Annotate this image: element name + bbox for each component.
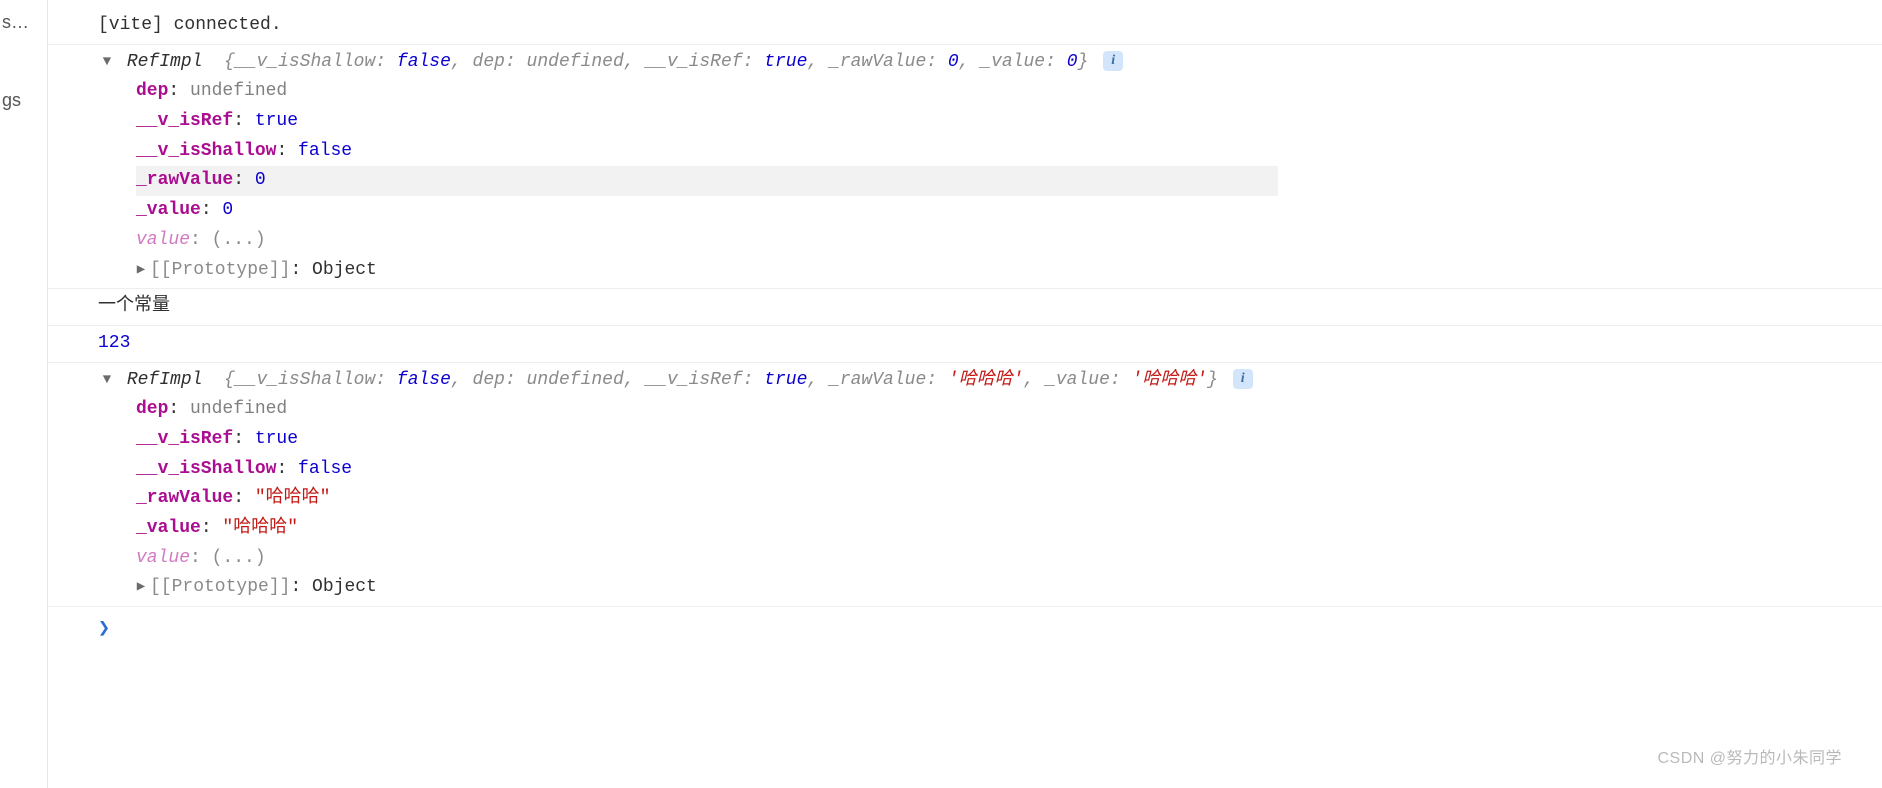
log-line-number: 123 [48,326,1882,363]
prop-key[interactable]: _rawValue [136,170,233,190]
prop-value: undefined [190,81,287,101]
prop-value: "哈哈哈" [255,488,331,508]
info-icon[interactable]: i [1103,51,1123,71]
log-line-text: 一个常量 [48,289,1882,326]
info-icon[interactable]: i [1233,369,1253,389]
console-prompt[interactable]: ❯ [48,607,1882,646]
prop-key-getter[interactable]: value [136,548,190,568]
prop-value: Object [312,577,377,597]
object-log-2: ▼ RefImpl {__v_isShallow: false, dep: un… [48,363,1882,608]
expand-toggle-icon[interactable]: ▼ [98,51,116,74]
prop-value: 0 [222,200,233,220]
prop-key-proto[interactable]: [[Prototype]] [150,260,290,280]
prop-value: true [255,429,298,449]
object-properties: dep: undefined __v_isRef: true __v_isSha… [98,77,1288,285]
expand-toggle-icon[interactable]: ▼ [98,369,116,392]
log-line-vite: [vite] connected. [48,8,1882,45]
chevron-right-icon: ❯ [98,618,110,641]
class-name: RefImpl [127,52,203,72]
prop-key[interactable]: __v_isRef [136,429,233,449]
prop-value[interactable]: (...) [212,548,266,568]
prop-value: false [298,141,352,161]
prop-key[interactable]: _value [136,518,201,538]
prop-value: "哈哈哈" [222,518,298,538]
sidebar: s… gs [0,0,48,788]
prop-key[interactable]: _rawValue [136,488,233,508]
object-preview: {__v_isShallow: false, dep: undefined, _… [213,370,1228,390]
console-output: [vite] connected. ▼ RefImpl {__v_isShall… [48,0,1882,788]
prop-value: false [298,459,352,479]
prop-key-getter[interactable]: value [136,230,190,250]
prop-key[interactable]: __v_isShallow [136,141,276,161]
console-root: s… gs [vite] connected. ▼ RefImpl {__v_i… [0,0,1882,788]
sidebar-item-1[interactable]: gs [0,84,47,162]
object-properties: dep: undefined __v_isRef: true __v_isSha… [98,395,1288,603]
class-name: RefImpl [127,370,203,390]
prop-value: Object [312,260,377,280]
prop-key[interactable]: dep [136,399,168,419]
object-log-1: ▼ RefImpl {__v_isShallow: false, dep: un… [48,45,1882,290]
prop-value: true [255,111,298,131]
expand-toggle-icon[interactable]: ▶ [132,259,150,282]
prop-key-proto[interactable]: [[Prototype]] [150,577,290,597]
prop-value: undefined [190,399,287,419]
prop-key[interactable]: _value [136,200,201,220]
prop-key[interactable]: __v_isRef [136,111,233,131]
prop-value: 0 [255,170,266,190]
sidebar-item-0[interactable]: s… [0,6,47,84]
log-text: [vite] connected. [98,15,282,35]
watermark: CSDN @努力的小朱同学 [1657,744,1842,768]
object-preview: {__v_isShallow: false, dep: undefined, _… [213,52,1099,72]
prop-key[interactable]: dep [136,81,168,101]
log-number: 123 [98,333,130,353]
prop-key[interactable]: __v_isShallow [136,459,276,479]
log-text: 一个常量 [98,296,170,316]
expand-toggle-icon[interactable]: ▶ [132,576,150,599]
prop-value[interactable]: (...) [212,230,266,250]
